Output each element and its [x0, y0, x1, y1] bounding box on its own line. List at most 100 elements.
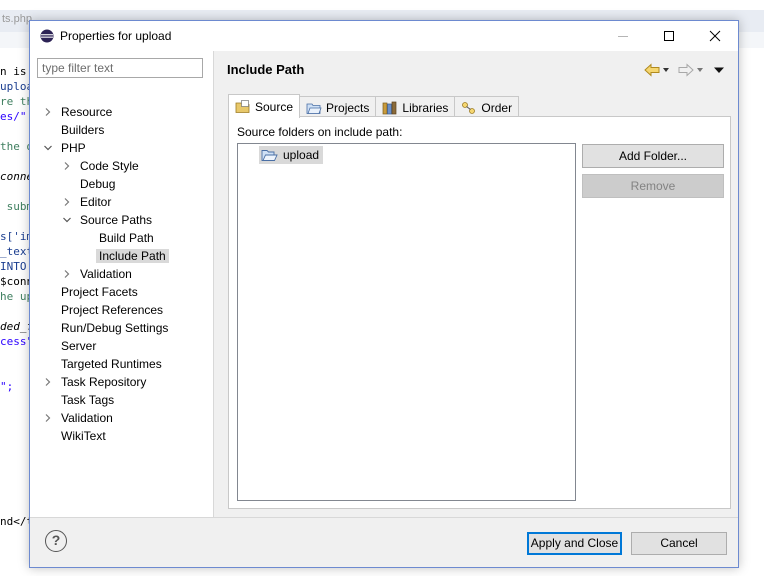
code-line: ";: [0, 380, 14, 393]
tree-item-project-references[interactable]: Project References: [58, 301, 166, 319]
tree-item-include-path[interactable]: Include Path: [96, 247, 169, 265]
add-folder-button[interactable]: Add Folder...: [582, 144, 724, 168]
tree-item-resource[interactable]: Resource: [45, 103, 115, 121]
chevron-right-icon[interactable]: [62, 193, 72, 211]
cancel-button[interactable]: Cancel: [631, 532, 727, 555]
tree-item-server[interactable]: Server: [58, 337, 99, 355]
apply-and-close-button[interactable]: Apply and Close: [527, 532, 622, 555]
code-line: $conn: [0, 275, 30, 288]
tree-item-debug[interactable]: Debug: [77, 175, 118, 193]
tree-item-builders[interactable]: Builders: [58, 121, 107, 139]
tree-item-label: Task Repository: [61, 375, 147, 389]
maximize-button[interactable]: [646, 21, 692, 51]
source-icon: [235, 99, 250, 113]
code-line: conne: [0, 170, 30, 183]
minimize-button[interactable]: [600, 21, 646, 51]
libraries-icon: [383, 101, 397, 114]
code-line: he up: [0, 290, 30, 303]
tab-libraries[interactable]: Libraries: [375, 96, 456, 118]
code-line: s['im: [0, 230, 30, 243]
tree-item-validation[interactable]: Validation: [45, 409, 116, 427]
open-folder-icon: [261, 150, 278, 161]
close-button[interactable]: [692, 21, 738, 51]
code-line: re th: [0, 95, 30, 108]
chevron-down-icon[interactable]: [62, 211, 72, 229]
code-line: ded_f: [0, 320, 30, 333]
tree-item-run-debug-settings[interactable]: Run/Debug Settings: [58, 319, 171, 337]
remove-button[interactable]: Remove: [582, 174, 724, 198]
tree-item-code-style[interactable]: Code Style: [64, 157, 142, 175]
page-title: Include Path: [227, 62, 305, 77]
tab-projects[interactable]: Projects: [299, 96, 377, 118]
code-line: es/".: [0, 110, 30, 123]
tree-item-label: Editor: [80, 195, 112, 209]
tree-item-project-facets[interactable]: Project Facets: [58, 283, 141, 301]
tree-item-source-paths[interactable]: Source Paths: [63, 211, 155, 229]
tree-item-task-tags[interactable]: Task Tags: [58, 391, 117, 409]
code-line: n is: [0, 65, 30, 78]
editor-code: n is uploa re th es/". the d conne subm s['im…: [0, 64, 30, 529]
tree-item-label: Validation: [61, 411, 113, 425]
tree-item-validation[interactable]: Validation: [64, 265, 135, 283]
tab-source[interactable]: Source: [228, 94, 301, 118]
maximize-icon: [664, 31, 674, 41]
chevron-right-icon[interactable]: [62, 265, 72, 283]
order-icon: [462, 101, 476, 114]
list-item[interactable]: upload: [259, 146, 324, 164]
page-content: Include Path Source Projects Libraries O…: [215, 51, 738, 517]
chevron-right-icon[interactable]: [62, 157, 72, 175]
title-bar: Properties for upload: [30, 21, 738, 51]
filter-input[interactable]: [37, 58, 203, 78]
tree-item-editor[interactable]: Editor: [64, 193, 114, 211]
back-dropdown-icon[interactable]: [662, 63, 670, 77]
tab-order[interactable]: Order: [454, 96, 520, 118]
tree-item-build-path[interactable]: Build Path: [96, 229, 157, 247]
code-line: uploa: [0, 80, 30, 93]
tree-item-label: Targeted Runtimes: [61, 357, 162, 371]
tree-item-label: PHP: [61, 141, 86, 155]
tree-item-label: Validation: [80, 267, 132, 281]
tree-item-targeted-runtimes[interactable]: Targeted Runtimes: [58, 355, 165, 373]
dialog-title: Properties for upload: [60, 29, 172, 43]
tree-item-label: Project References: [61, 303, 164, 317]
eclipse-icon: [40, 29, 54, 43]
code-line: nd</t: [0, 515, 30, 528]
editor-tab-label[interactable]: ts.php: [2, 13, 32, 25]
chevron-down-icon[interactable]: [43, 139, 53, 157]
back-arrow-icon[interactable]: [644, 63, 660, 77]
tree-item-label: WikiText: [61, 429, 106, 443]
tree-item-label: Include Path: [96, 249, 169, 263]
help-icon[interactable]: ?: [45, 530, 67, 552]
chevron-right-icon[interactable]: [43, 373, 53, 391]
tree-item-task-repository[interactable]: Task Repository: [45, 373, 149, 391]
forward-dropdown-icon[interactable]: [696, 63, 704, 77]
tree-item-wikitext[interactable]: WikiText: [58, 427, 109, 445]
source-folder-list[interactable]: upload: [237, 143, 576, 501]
include-path-tabs: Source Projects Libraries Order: [228, 94, 520, 118]
source-tab-panel: Source folders on include path: upload A…: [228, 116, 731, 509]
code-line: INTO: [0, 260, 30, 273]
tree-item-label: Build Path: [99, 231, 154, 245]
chevron-right-icon[interactable]: [43, 103, 53, 121]
preference-tree-pane: Resource Builders PHP Code Style Debug Editor…: [30, 51, 214, 517]
tab-projects-label: Projects: [326, 100, 370, 115]
view-menu-icon[interactable]: [712, 63, 726, 77]
forward-arrow-icon[interactable]: [678, 63, 694, 77]
close-icon: [709, 30, 721, 42]
tree-item-php[interactable]: PHP: [44, 139, 89, 157]
chevron-right-icon[interactable]: [43, 409, 53, 427]
tree-item-label: Project Facets: [61, 285, 138, 299]
dialog-footer: ? Apply and Close Cancel: [30, 517, 738, 567]
code-line: the d: [0, 140, 30, 153]
